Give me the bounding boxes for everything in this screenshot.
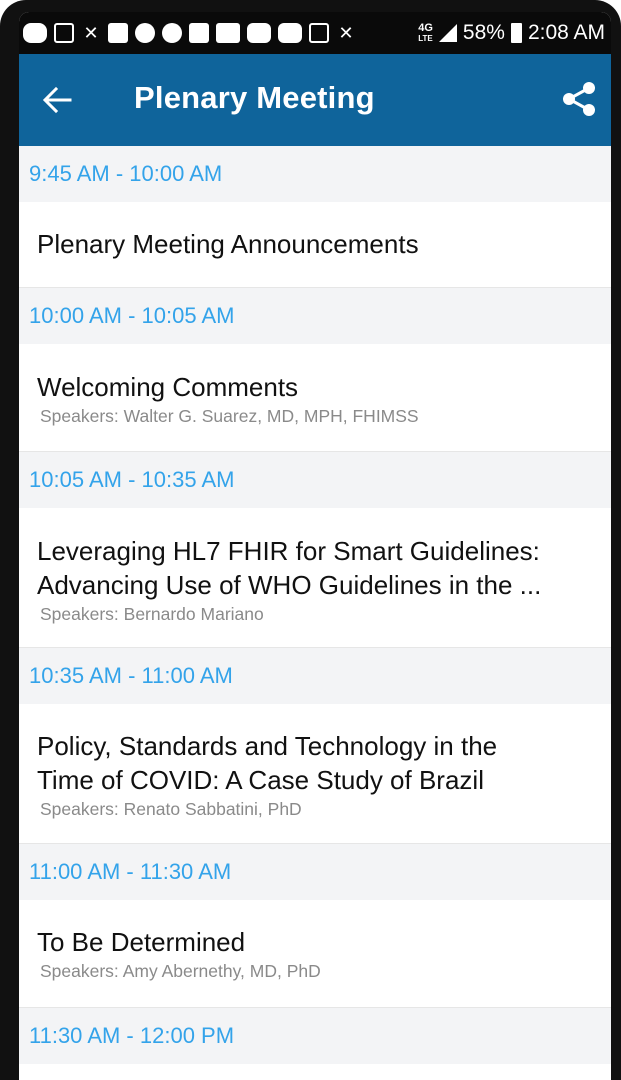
session-item[interactable]: [19, 1064, 611, 1080]
email-icon: [54, 23, 74, 43]
image-icon: [189, 23, 209, 43]
session-speakers: Speakers: Walter G. Suarez, MD, MPH, FHI…: [40, 406, 419, 426]
signal-icon: [438, 24, 457, 42]
notification-icons: ✕ ✕: [23, 23, 356, 43]
youtube-icon-2: [278, 23, 302, 43]
session-title: Welcoming Comments: [37, 372, 299, 402]
time-slot-header: 10:05 AM - 10:35 AM: [19, 452, 611, 508]
arrow-left-icon[interactable]: [41, 84, 73, 116]
status-bar: ✕ ✕ 4G LTE 58% 2:08 AM: [19, 12, 611, 54]
time-slot-header: 9:45 AM - 10:00 AM: [19, 146, 611, 202]
session-title-line: Advancing Use of WHO Guidelines in the .…: [37, 570, 542, 600]
network-type: 4G LTE: [418, 21, 433, 43]
screen: ✕ ✕ 4G LTE 58% 2:08 AM Plenary Meeting 9…: [19, 12, 611, 1080]
download-icon: [162, 23, 182, 43]
youtube-icon: [247, 23, 271, 43]
share-icon[interactable]: [562, 81, 596, 117]
time-slot-header: 10:35 AM - 11:00 AM: [19, 648, 611, 704]
app-bar: Plenary Meeting: [19, 54, 611, 146]
missed-call-icon: ✕: [83, 23, 99, 43]
agenda-list: 9:45 AM - 10:00 AM Plenary Meeting Annou…: [19, 146, 611, 1080]
session-title-line: Time of COVID: A Case Study of Brazil: [37, 765, 484, 795]
battery-percent: 58%: [462, 21, 505, 44]
session-item[interactable]: Leveraging HL7 FHIR for Smart Guidelines…: [19, 508, 611, 648]
time-slot-header: 11:30 AM - 12:00 PM: [19, 1008, 611, 1064]
mute-icon: ✕: [338, 23, 354, 43]
app-icon: [108, 23, 128, 43]
session-title-line: Leveraging HL7 FHIR for Smart Guidelines…: [37, 536, 540, 566]
time-slot-header: 10:00 AM - 10:05 AM: [19, 288, 611, 344]
status-indicators: 4G LTE 58% 2:08 AM: [418, 21, 605, 45]
session-item[interactable]: Policy, Standards and Technology in the …: [19, 704, 611, 844]
ge-icon: [216, 23, 240, 43]
session-title: To Be Determined: [37, 927, 246, 957]
session-speakers: Speakers: Renato Sabbatini, PhD: [40, 799, 302, 819]
session-speakers: Speakers: Amy Abernethy, MD, PhD: [40, 961, 321, 981]
phone-frame: ✕ ✕ 4G LTE 58% 2:08 AM Plenary Meeting 9…: [0, 0, 621, 1080]
session-item[interactable]: To Be Determined Speakers: Amy Abernethy…: [19, 900, 611, 1008]
chat-icon: [23, 23, 47, 43]
session-title: Plenary Meeting Announcements: [37, 229, 419, 259]
session-title-line: Policy, Standards and Technology in the: [37, 731, 498, 761]
session-speakers: Speakers: Bernardo Mariano: [40, 604, 264, 624]
battery-icon: [510, 23, 522, 43]
page-title: Plenary Meeting: [134, 80, 375, 115]
session-item[interactable]: Plenary Meeting Announcements: [19, 202, 611, 288]
session-item[interactable]: Welcoming Comments Speakers: Walter G. S…: [19, 344, 611, 452]
nfc-icon: [309, 23, 329, 43]
clock: 2:08 AM: [527, 21, 605, 44]
alarm-icon: [135, 23, 155, 43]
time-slot-header: 11:00 AM - 11:30 AM: [19, 844, 611, 900]
